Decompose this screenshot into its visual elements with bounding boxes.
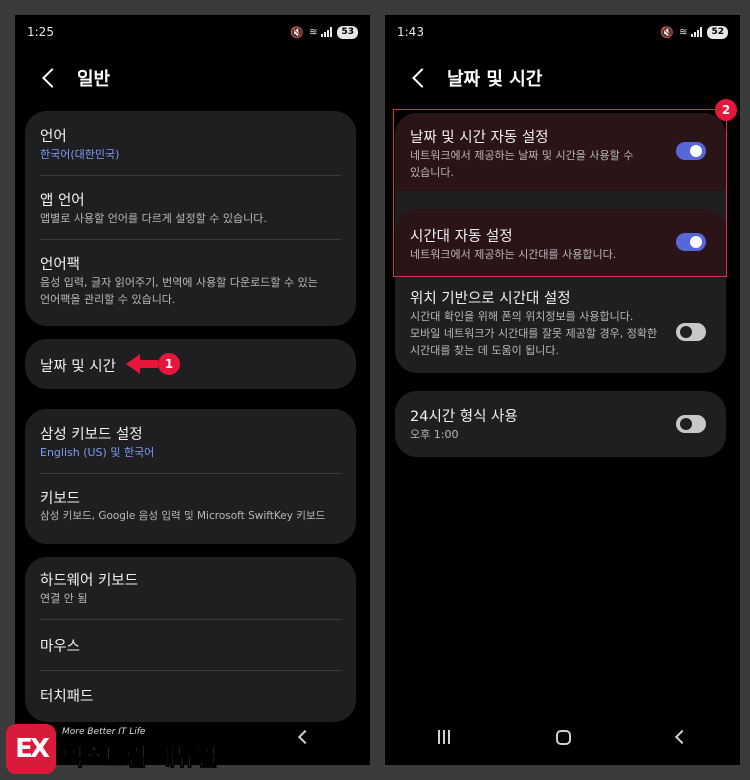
item-title: 하드웨어 키보드	[40, 573, 138, 589]
item-title: 마우스	[40, 639, 81, 655]
page-title: 일반	[77, 69, 111, 90]
step-badge-1: 1	[158, 353, 180, 375]
mute-icon: 🔇	[290, 25, 305, 39]
setting-24-hour[interactable]: 24시간 형식 사용 오후 1:00	[395, 405, 726, 443]
watermark-tagline: More Better IT Life	[62, 726, 146, 737]
page-header: 날짜 및 시간	[409, 65, 542, 91]
highlight-box	[393, 109, 727, 277]
date-time-card: 날짜 및 시간	[25, 339, 356, 389]
step-badge-2: 2	[715, 99, 737, 121]
divider	[40, 619, 341, 620]
item-subtitle-line2: 언어팩을 관리할 수 있습니다.	[40, 293, 176, 306]
item-subtitle-line3: 시간대를 찾는 데 도움이 됩니다.	[410, 344, 560, 357]
status-icons: 🔇 ≋ 53	[290, 25, 358, 39]
back-icon[interactable]	[42, 68, 62, 88]
divider	[40, 175, 341, 176]
item-title: 앱 언어	[40, 193, 85, 209]
item-title: 위치 기반으로 시간대 설정	[410, 291, 571, 307]
nav-recent-icon[interactable]	[438, 730, 450, 744]
menu-item-hardware-keyboard[interactable]: 하드웨어 키보드 연결 안 됨	[25, 569, 153, 607]
setting-location-timezone[interactable]: 위치 기반으로 시간대 설정 시간대 확인을 위해 폰의 위치정보를 사용합니다…	[395, 287, 726, 359]
signal-icon	[321, 27, 333, 37]
menu-item-language-pack[interactable]: 언어팩 음성 입력, 글자 읽어주기, 번역에 사용할 다운로드할 수 있는 언…	[25, 253, 333, 308]
location-timezone-toggle[interactable]	[676, 323, 706, 341]
wifi-icon: ≋	[679, 26, 687, 38]
status-time: 1:25	[27, 25, 54, 39]
menu-item-mouse[interactable]: 마우스	[25, 635, 95, 656]
format-card: 24시간 형식 사용 오후 1:00	[395, 391, 726, 457]
nav-back-icon[interactable]	[297, 729, 313, 745]
status-bar: 1:25 🔇 ≋ 53	[15, 15, 370, 49]
hardware-card: 하드웨어 키보드 연결 안 됨 마우스 터치패드	[25, 557, 356, 722]
nav-back-icon[interactable]	[674, 729, 690, 745]
item-subtitle: 삼성 키보드, Google 음성 입력 및 Microsoft SwiftKe…	[40, 510, 326, 522]
divider	[40, 670, 341, 671]
right-phone-screen: 1:43 🔇 ≋ 52 날짜 및 시간 날짜 및 시간 자동 설정 네트워크에서…	[385, 15, 740, 765]
page-header: 일반	[39, 65, 110, 91]
menu-item-touchpad[interactable]: 터치패드	[25, 685, 108, 706]
status-time: 1:43	[397, 25, 424, 39]
divider	[40, 239, 341, 240]
item-title: 24시간 형식 사용	[410, 409, 518, 425]
watermark: EX More Better IT Life 익스트림 매뉴얼	[6, 724, 219, 774]
item-subtitle: 오후 1:00	[410, 428, 459, 441]
nav-home-icon[interactable]	[556, 729, 571, 745]
item-title: 키보드	[40, 491, 81, 507]
nav-bar	[385, 709, 740, 765]
battery-icon: 53	[337, 25, 358, 39]
item-title: 언어	[40, 129, 67, 145]
item-subtitle-line2: 모바일 네트워크가 시간대를 잘못 제공할 경우, 정확한	[410, 327, 658, 340]
mute-icon: 🔇	[660, 25, 675, 39]
item-subtitle: 앱별로 사용할 언어를 다르게 설정할 수 있습니다.	[40, 212, 267, 225]
watermark-logo: EX	[6, 724, 56, 774]
item-subtitle: 음성 입력, 글자 읽어주기, 번역에 사용할 다운로드할 수 있는	[40, 276, 318, 289]
back-icon[interactable]	[412, 68, 432, 88]
language-card: 언어 한국어(대한민국) 앱 언어 앱별로 사용할 언어를 다르게 설정할 수 …	[25, 111, 356, 326]
item-subtitle: 연결 안 됨	[40, 592, 88, 605]
item-title: 날짜 및 시간	[40, 359, 116, 375]
left-phone-screen: 1:25 🔇 ≋ 53 일반 언어 한국어(대한민국) 앱 언어 앱별로 사용할…	[15, 15, 370, 765]
item-subtitle: 한국어(대한민국)	[40, 148, 120, 161]
item-subtitle: 시간대 확인을 위해 폰의 위치정보를 사용합니다.	[410, 310, 634, 323]
menu-item-samsung-keyboard[interactable]: 삼성 키보드 설정 English (US) 및 한국어	[25, 423, 169, 461]
item-title: 터치패드	[40, 689, 94, 705]
menu-item-keyboard[interactable]: 키보드 삼성 키보드, Google 음성 입력 및 Microsoft Swi…	[25, 487, 340, 525]
item-subtitle: English (US) 및 한국어	[40, 446, 155, 459]
menu-item-language[interactable]: 언어 한국어(대한민국)	[25, 125, 134, 163]
keyboard-card: 삼성 키보드 설정 English (US) 및 한국어 키보드 삼성 키보드,…	[25, 409, 356, 544]
callout-arrow-icon	[126, 354, 158, 374]
watermark-text: More Better IT Life 익스트림 매뉴얼	[62, 726, 219, 772]
item-title: 언어팩	[40, 257, 81, 273]
format24-toggle[interactable]	[676, 415, 706, 433]
divider	[40, 473, 341, 474]
page-title: 날짜 및 시간	[447, 69, 543, 90]
watermark-name: 익스트림 매뉴얼	[62, 742, 219, 771]
status-icons: 🔇 ≋ 52	[660, 25, 728, 39]
battery-icon: 52	[707, 25, 728, 39]
menu-item-app-language[interactable]: 앱 언어 앱별로 사용할 언어를 다르게 설정할 수 있습니다.	[25, 189, 282, 227]
status-bar: 1:43 🔇 ≋ 52	[385, 15, 740, 49]
menu-item-date-time[interactable]: 날짜 및 시간	[25, 355, 131, 376]
wifi-icon: ≋	[309, 26, 317, 38]
signal-icon	[691, 27, 703, 37]
item-title: 삼성 키보드 설정	[40, 427, 143, 443]
